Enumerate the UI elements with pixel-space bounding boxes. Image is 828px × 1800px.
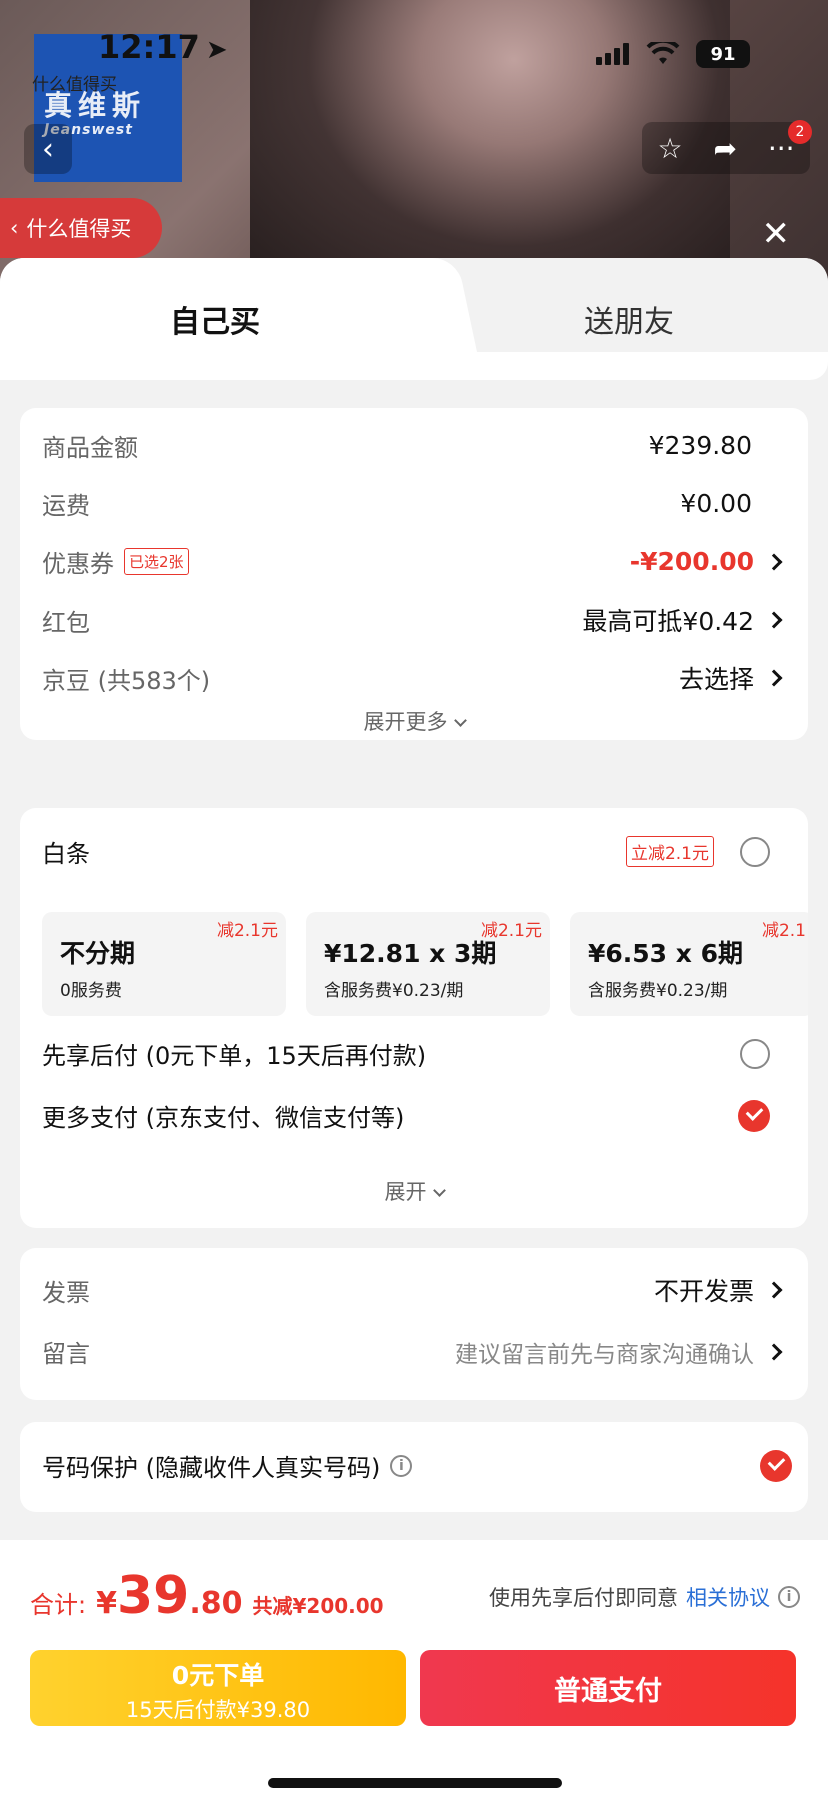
close-icon[interactable]: ✕ — [762, 214, 791, 254]
pay-later-radio[interactable] — [740, 1038, 770, 1069]
back-to-app-pill[interactable]: ‹ 什么值得买 — [0, 198, 162, 258]
expand-more-link[interactable]: 展开更多 — [20, 706, 808, 736]
wifi-icon — [646, 42, 680, 64]
invoice-note-card: 发票 不开发票 留言 建议留言前先与商家沟通确认 — [20, 1248, 808, 1400]
status-bar-right: 91 — [596, 40, 750, 68]
total-amount: 合计: ¥ 39 .80 共减¥200.00 — [30, 1566, 384, 1626]
chevron-down-icon — [453, 714, 467, 727]
pay-later-row[interactable]: 先享后付 (0元下单，15天后再付款) — [42, 1036, 786, 1071]
chevron-left-icon: ‹ — [10, 216, 19, 240]
pay-later-button[interactable]: 0元下单 15天后付款¥39.80 — [30, 1650, 406, 1726]
installment-plans: 减2.1元 不分期 0服务费 减2.1元 ¥12.81 x 3期 含服务费¥0.… — [42, 912, 808, 1018]
number-protection-row[interactable]: 号码保护 (隐藏收件人真实号码) i — [42, 1448, 792, 1483]
battery-indicator: 91 — [696, 40, 750, 68]
order-summary-card: 商品金额 ¥239.80 运费 ¥0.00 优惠券 已选2张 -¥200.00 红… — [20, 408, 808, 740]
baitiao-discount-tag: 立减2.1元 — [625, 836, 714, 867]
jingdou-row[interactable]: 京豆 (共583个) 去选择 — [42, 660, 786, 696]
notification-badge: 2 — [788, 120, 812, 144]
favorite-star-icon[interactable]: ☆ — [657, 132, 682, 165]
note-placeholder: 建议留言前先与商家沟通确认 — [455, 1341, 754, 1368]
payment-method-card: 白条 立减2.1元 减2.1元 不分期 0服务费 减2.1元 ¥12.81 x … — [20, 808, 808, 1228]
cell-signal-icon — [596, 43, 630, 65]
chevron-right-icon — [765, 1343, 783, 1360]
status-time: 12:17 ➤ — [98, 28, 228, 66]
plan-6-installments[interactable]: 减2.1 ¥6.53 x 6期 含服务费¥0.23/期 — [570, 912, 808, 1016]
shipping-row: 运费 ¥0.00 — [42, 489, 752, 520]
plan-3-installments[interactable]: 减2.1元 ¥12.81 x 3期 含服务费¥0.23/期 — [306, 912, 550, 1016]
baitiao-radio[interactable] — [740, 836, 770, 867]
more-payment-checked-icon[interactable] — [738, 1099, 770, 1132]
chevron-right-icon — [765, 611, 783, 629]
red-packet-row[interactable]: 红包 最高可抵¥0.42 — [42, 602, 786, 638]
goods-amount-row: 商品金额 ¥239.80 — [42, 431, 752, 462]
total-saved: 共减¥200.00 — [252, 1594, 384, 1618]
brand-small-text: 什么值得买 — [32, 75, 117, 95]
chevron-down-icon — [432, 1184, 446, 1197]
checkout-footer: 合计: ¥ 39 .80 共减¥200.00 使用先享后付即同意 相关协议 i … — [0, 1540, 828, 1800]
info-icon[interactable]: i — [778, 1586, 800, 1608]
purchase-tabs: 自己买 送朋友 — [0, 258, 828, 380]
note-row[interactable]: 留言 建议留言前先与商家沟通确认 — [42, 1334, 786, 1369]
tab-buy-for-self[interactable]: 自己买 — [0, 258, 430, 380]
invoice-row[interactable]: 发票 不开发票 — [42, 1272, 786, 1308]
coupon-row[interactable]: 优惠券 已选2张 -¥200.00 — [42, 544, 786, 579]
privacy-card: 号码保护 (隐藏收件人真实号码) i — [20, 1422, 808, 1512]
number-protection-checked-icon[interactable] — [760, 1449, 792, 1482]
coupon-selected-tag: 已选2张 — [124, 548, 189, 575]
more-payment-row[interactable]: 更多支付 (京东支付、微信支付等) — [42, 1098, 786, 1133]
expand-payment-link[interactable]: 展开 — [20, 1176, 808, 1206]
plan-no-installment[interactable]: 减2.1元 不分期 0服务费 — [42, 912, 286, 1016]
chevron-right-icon — [765, 669, 783, 687]
normal-pay-button[interactable]: 普通支付 — [420, 1650, 796, 1726]
chevron-right-icon — [765, 1281, 783, 1299]
home-indicator — [268, 1778, 562, 1788]
location-arrow-icon: ➤ — [205, 35, 228, 65]
top-actions-bar: ☆ ➦ ··· — [642, 122, 810, 174]
back-button[interactable]: ‹ — [24, 124, 72, 174]
info-icon[interactable]: i — [390, 1454, 413, 1477]
share-icon[interactable]: ➦ — [713, 132, 736, 165]
baitiao-row[interactable]: 白条 立减2.1元 — [42, 834, 786, 869]
agreement-text: 使用先享后付即同意 相关协议 i — [489, 1582, 800, 1612]
chevron-right-icon — [765, 553, 783, 570]
agreement-link[interactable]: 相关协议 — [686, 1582, 770, 1612]
